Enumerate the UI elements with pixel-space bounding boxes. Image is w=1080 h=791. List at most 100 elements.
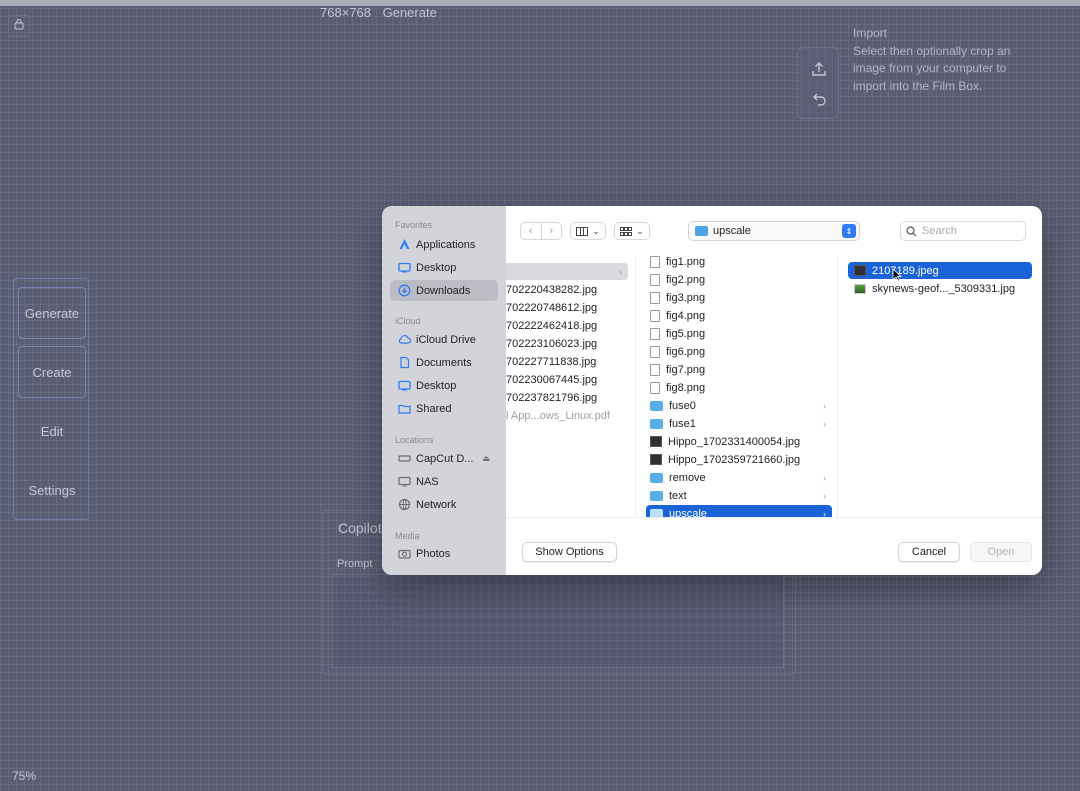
file-row[interactable]: 702230067445.jpg <box>506 371 597 388</box>
file-row[interactable]: fig8.png <box>650 379 832 396</box>
chevron-right-icon: › <box>823 508 826 518</box>
path-popup[interactable]: upscale ⇕ <box>688 221 860 241</box>
folder-name: text <box>669 489 687 502</box>
file-row[interactable]: 702227711838.jpg <box>506 353 596 370</box>
file-row[interactable]: fig1.png <box>650 256 832 270</box>
folder-icon <box>650 400 663 411</box>
sidebar-item-icloud-drive[interactable]: iCloud Drive <box>390 329 498 350</box>
undo-button[interactable] <box>808 88 830 110</box>
sidebar-item-shared[interactable]: Shared <box>390 398 498 419</box>
file-row[interactable]: Hippo_1702331400054.jpg <box>650 433 832 450</box>
file-name: fig6.png <box>666 345 706 358</box>
back-button[interactable]: ‹ <box>521 223 541 239</box>
desktop-icon <box>397 379 411 393</box>
sidebar-item-nas[interactable]: NAS <box>390 471 498 492</box>
sidebar-item-downloads[interactable]: Downloads <box>390 280 498 301</box>
sidebar-item-capcut-drive[interactable]: CapCut D... ⏏ <box>390 448 498 469</box>
eject-icon[interactable]: ⏏ <box>482 454 490 463</box>
file-row[interactable]: 702220438282.jpg <box>506 281 597 298</box>
file-row[interactable]: fig4.png <box>650 307 832 324</box>
icloud-heading: iCloud <box>395 316 421 326</box>
image-file-icon <box>650 309 660 322</box>
file-row[interactable]: 702237821796.jpg <box>506 389 597 406</box>
sidebar-create[interactable]: Create <box>18 346 86 398</box>
folder-row-selected[interactable]: upscale › <box>646 505 832 517</box>
image-file-icon <box>854 283 866 294</box>
file-name: fig1.png <box>666 256 706 268</box>
grid-icon <box>620 226 633 236</box>
image-file-icon <box>650 256 660 268</box>
sidebar-item-applications[interactable]: Applications <box>390 234 498 255</box>
chevron-right-icon: › <box>823 400 826 411</box>
file-row[interactable]: 702223106023.jpg <box>506 335 597 352</box>
group-view-button[interactable]: ⌄ <box>614 222 650 240</box>
drive-icon <box>397 452 411 466</box>
show-options-button[interactable]: Show Options <box>522 542 617 562</box>
sidebar-item-label: Downloads <box>416 284 471 297</box>
file-name: Hippo_1702359721660.jpg <box>668 453 801 466</box>
folder-row[interactable]: fuse1 › <box>650 415 832 432</box>
sidebar-item-network[interactable]: Network <box>390 494 498 515</box>
sidebar-item-photos[interactable]: Photos <box>390 543 498 564</box>
file-row[interactable]: fig6.png <box>650 343 832 360</box>
cancel-button[interactable]: Cancel <box>898 542 960 562</box>
folder-icon <box>650 472 663 483</box>
sidebar-settings[interactable]: Settings <box>18 464 86 516</box>
folder-icon <box>650 490 663 501</box>
file-column-1: › 702220438282.jpg 702220748612.jpg 7022… <box>506 256 636 517</box>
image-file-icon <box>650 345 660 358</box>
file-row-selected[interactable]: 2107189.jpeg <box>848 262 1032 279</box>
file-row[interactable]: skynews-geof..._5309331.jpg <box>854 280 1032 297</box>
file-row[interactable]: fig7.png <box>650 361 832 378</box>
file-row[interactable]: l App...ows_Linux.pdf <box>506 407 610 424</box>
folder-row[interactable]: fuse0 › <box>650 397 832 414</box>
undo-icon <box>813 93 826 106</box>
sidebar-item-icloud-desktop[interactable]: Desktop <box>390 375 498 396</box>
path-label: upscale <box>713 225 751 237</box>
sidebar-edit[interactable]: Edit <box>18 405 86 457</box>
sidebar-item-desktop[interactable]: Desktop <box>390 257 498 278</box>
shared-folder-icon <box>397 402 411 416</box>
file-row[interactable]: Hippo_1702359721660.jpg <box>650 451 832 468</box>
file-row[interactable]: 702220748612.jpg <box>506 299 597 316</box>
open-button[interactable]: Open <box>970 542 1032 562</box>
upload-button[interactable] <box>808 58 830 80</box>
folder-name: remove <box>669 471 706 484</box>
file-row[interactable]: fig2.png <box>650 271 832 288</box>
selected-folder-row[interactable]: › <box>506 263 628 280</box>
prompt-input[interactable] <box>332 574 784 668</box>
folder-icon <box>650 418 663 429</box>
folder-name: fuse0 <box>669 399 696 412</box>
image-file-icon <box>650 454 662 465</box>
file-row[interactable]: 702222462418.jpg <box>506 317 597 334</box>
dialog-footer: Show Options Cancel Open <box>506 517 1042 575</box>
chevron-left-icon: ‹ <box>528 225 533 237</box>
search-placeholder: Search <box>922 225 957 237</box>
sidebar-generate[interactable]: Generate <box>18 287 86 339</box>
file-row[interactable]: fig3.png <box>650 289 832 306</box>
column-view-button[interactable]: ⌄ <box>570 222 606 240</box>
forward-button[interactable]: › <box>540 223 562 239</box>
sidebar-item-label: Shared <box>416 402 452 415</box>
search-icon <box>906 225 917 236</box>
import-help: Import Select then optionally crop an im… <box>853 25 1023 95</box>
search-field[interactable]: Search <box>900 221 1026 241</box>
locations-heading: Locations <box>395 435 434 445</box>
chevron-right-icon: › <box>823 490 826 501</box>
sidebar-item-documents[interactable]: Documents <box>390 352 498 373</box>
generate-link[interactable]: Generate <box>383 5 437 20</box>
file-name: fig3.png <box>666 291 706 304</box>
file-name: fig5.png <box>666 327 706 340</box>
chevron-right-icon: › <box>823 472 826 483</box>
image-file-icon <box>650 381 660 394</box>
folder-row[interactable]: text › <box>650 487 832 504</box>
sidebar-item-label: Photos <box>416 547 451 560</box>
folder-name: upscale <box>669 507 707 518</box>
lock-button[interactable] <box>8 15 30 37</box>
applications-icon <box>397 238 411 252</box>
file-row[interactable]: fig5.png <box>650 325 832 342</box>
file-name: skynews-geof..._5309331.jpg <box>872 282 1016 295</box>
folder-row[interactable]: remove › <box>650 469 832 486</box>
folder-name: fuse1 <box>669 417 696 430</box>
zoom-level[interactable]: 75% <box>12 769 36 783</box>
